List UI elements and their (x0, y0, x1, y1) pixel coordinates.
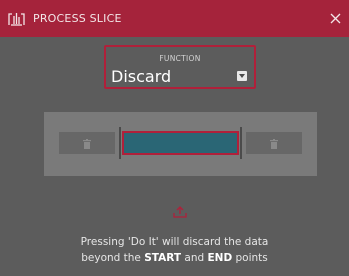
start-keyword: START (144, 252, 182, 264)
end-marker[interactable] (240, 127, 242, 159)
delete-left-button[interactable] (59, 132, 115, 154)
delete-right-button[interactable] (246, 132, 302, 154)
function-label: FUNCTION (159, 54, 201, 63)
chevron-down-icon[interactable] (237, 71, 247, 81)
description-text: Pressing 'Do It' will discard the data b… (0, 234, 349, 266)
description-and: and (181, 252, 208, 264)
close-icon[interactable] (327, 10, 343, 26)
akai-logo-icon (8, 12, 25, 26)
start-marker[interactable] (119, 127, 121, 159)
end-keyword: END (207, 252, 233, 264)
description-text-2: beyond the (81, 252, 145, 264)
function-value: Discard (111, 67, 172, 86)
slice-selection[interactable] (122, 131, 239, 155)
trash-icon (83, 134, 91, 153)
title-bar: PROCESS SLICE (0, 0, 349, 37)
upload-arrow-icon (173, 203, 187, 218)
description-line-1: Pressing 'Do It' will discard the data (80, 236, 269, 248)
description-line-2: beyond the START and END points (0, 250, 349, 266)
trash-icon (270, 134, 278, 153)
window-title: PROCESS SLICE (33, 12, 122, 25)
function-selector[interactable]: FUNCTION Discard (104, 45, 256, 89)
description-text-3: points (232, 252, 268, 264)
slice-panel (44, 112, 317, 176)
